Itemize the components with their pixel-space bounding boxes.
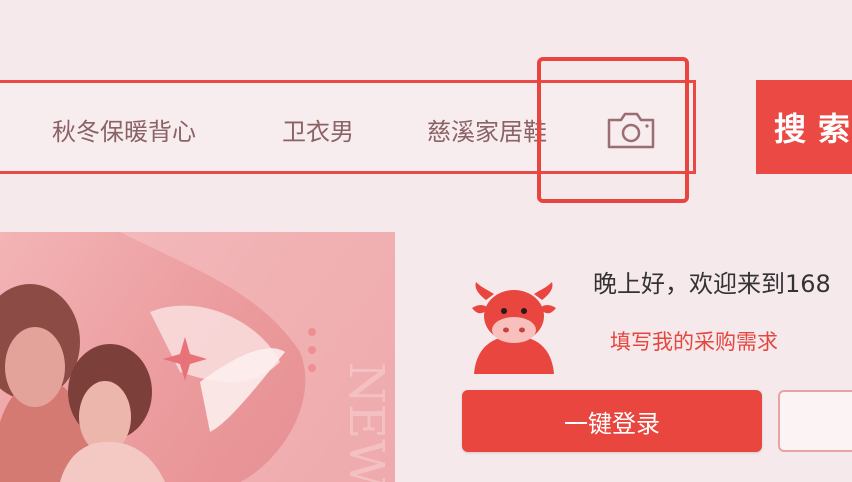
banner-artwork: NEW [0, 232, 395, 482]
one-click-login-button[interactable]: 一键登录 [462, 390, 762, 452]
search-suggestion-3[interactable]: 慈溪家居鞋 [427, 112, 547, 147]
secondary-button[interactable] [778, 390, 852, 452]
search-button[interactable]: 搜索 [756, 80, 852, 174]
promo-banner[interactable]: NEW [0, 232, 395, 482]
purchase-needs-link[interactable]: 填写我的采购需求 [610, 326, 778, 356]
camera-highlight-box [537, 57, 689, 203]
search-suggestion-1[interactable]: 秋冬保暖背心 [52, 112, 196, 147]
greeting-text: 晚上好，欢迎来到168 [593, 270, 831, 298]
cow-mascot-icon [472, 282, 556, 374]
svg-text:NEW: NEW [338, 362, 394, 482]
search-suggestion-2[interactable]: 卫衣男 [282, 112, 354, 147]
